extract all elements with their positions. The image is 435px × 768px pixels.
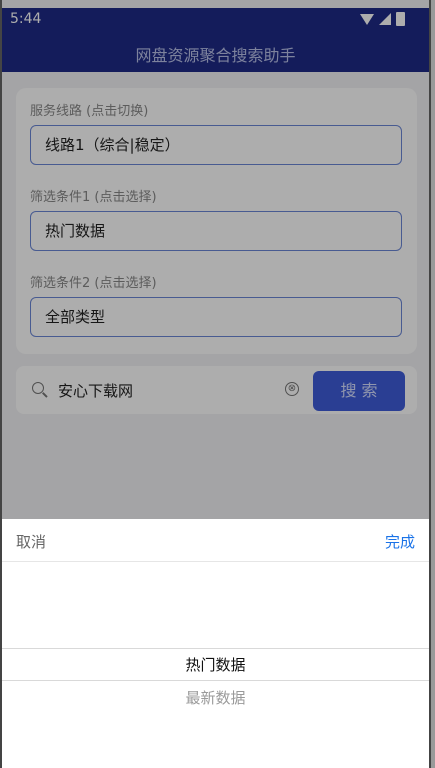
app-screen: 5:44 网盘资源聚合搜索助手 服务线路 (点击切换) 线路1（综合|稳定） 筛…	[0, 0, 431, 768]
picker-selection-top-line	[2, 648, 429, 649]
picker-header: 取消 完成	[2, 519, 429, 562]
picker-sheet: 取消 完成 热门数据 最新数据	[2, 519, 429, 768]
picker-selection-bottom-line	[2, 680, 429, 681]
picker-option-next[interactable]: 最新数据	[2, 687, 429, 708]
picker-option-selected[interactable]: 热门数据	[2, 654, 429, 675]
cancel-button[interactable]: 取消	[16, 531, 46, 552]
done-button[interactable]: 完成	[385, 531, 415, 552]
right-edge-strip	[431, 0, 435, 768]
